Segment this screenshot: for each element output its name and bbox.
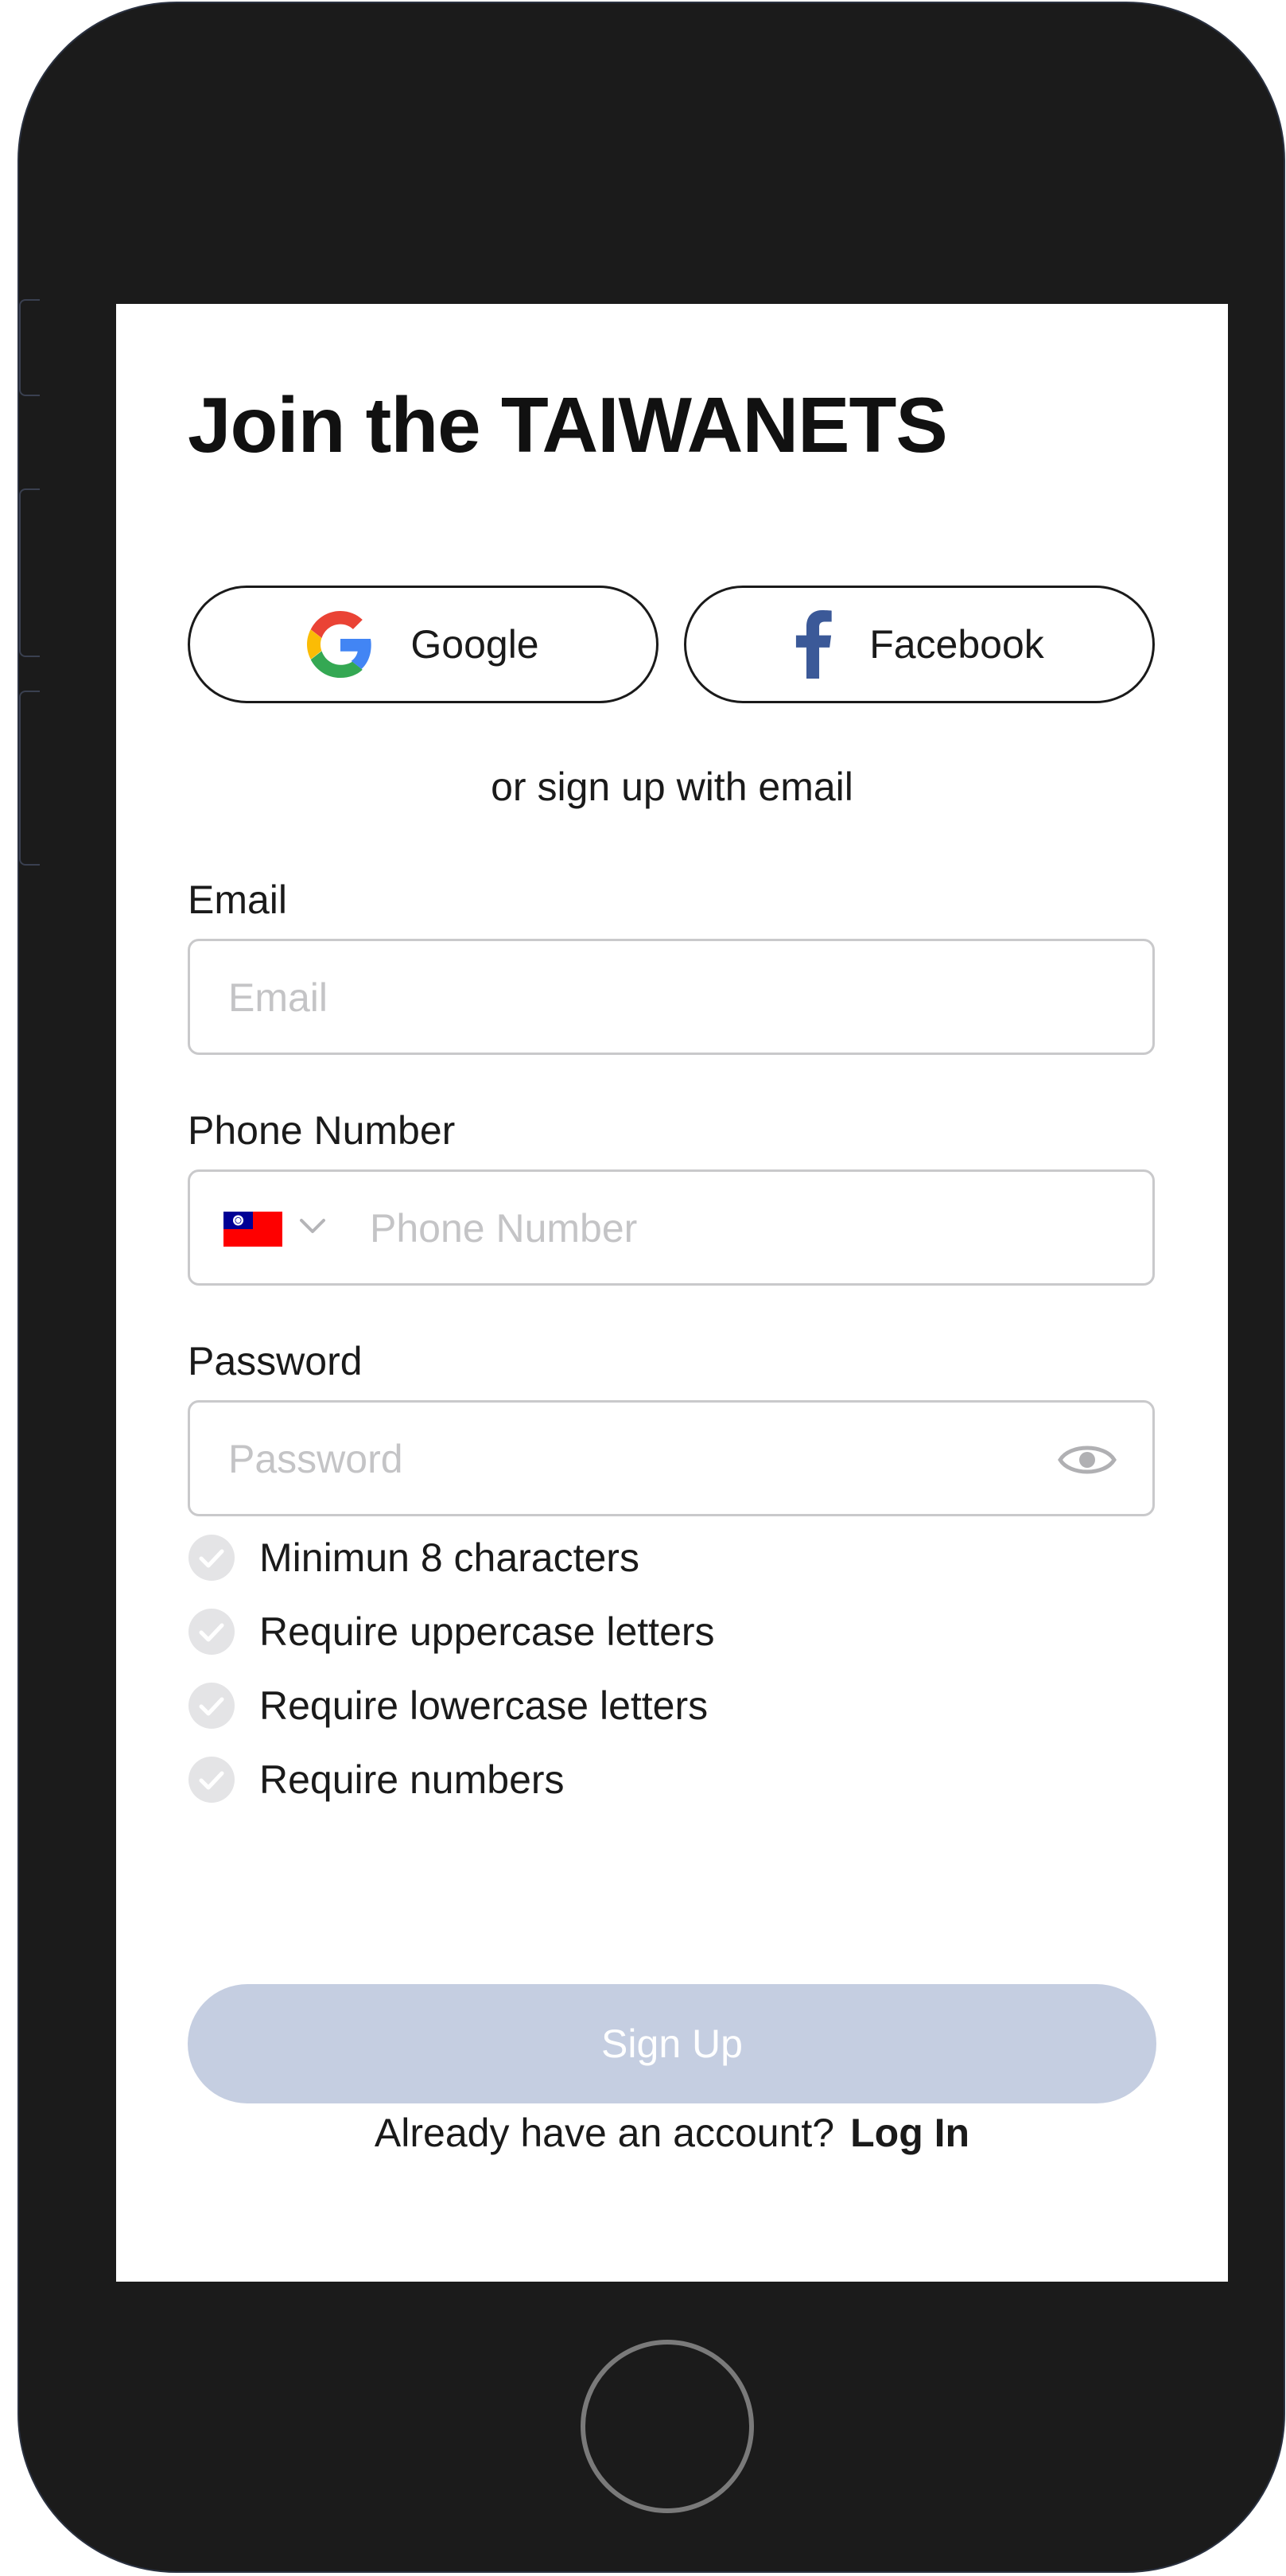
power-button: [1277, 490, 1284, 665]
check-circle-icon: [188, 1535, 235, 1581]
google-icon: [307, 611, 372, 678]
requirement-item: Require numbers: [188, 1756, 565, 1804]
password-label: Password: [188, 1339, 363, 1383]
requirement-item: Minimun 8 characters: [188, 1534, 639, 1582]
login-prompt: Already have an account? Log In: [116, 2110, 1228, 2156]
phone-field-container: [188, 1169, 1155, 1286]
log-in-link[interactable]: Log In: [850, 2111, 969, 2155]
google-button-label: Google: [410, 622, 539, 667]
phone-input[interactable]: [368, 1172, 1135, 1285]
email-input[interactable]: [227, 941, 1121, 1054]
requirement-text: Require lowercase letters: [259, 1683, 709, 1728]
password-field-container: [188, 1400, 1155, 1516]
requirement-item: Require lowercase letters: [188, 1682, 708, 1730]
show-password-eye-icon[interactable]: [1057, 1436, 1117, 1484]
volume-up-button: [19, 488, 40, 657]
email-field-container: [188, 939, 1155, 1055]
facebook-signup-button[interactable]: Facebook: [684, 586, 1155, 703]
requirement-item: Require uppercase letters: [188, 1608, 715, 1656]
requirement-text: Require uppercase letters: [259, 1609, 715, 1654]
mute-switch: [19, 299, 40, 396]
check-circle-icon: [188, 1609, 235, 1655]
password-input[interactable]: [227, 1403, 1025, 1516]
sign-up-button[interactable]: Sign Up: [188, 1984, 1156, 2103]
email-divider-text: or sign up with email: [491, 765, 853, 809]
requirement-text: Minimun 8 characters: [259, 1535, 639, 1580]
check-circle-icon: [188, 1757, 235, 1803]
home-button[interactable]: [581, 2340, 754, 2513]
login-prompt-text: Already have an account?: [374, 2111, 835, 2155]
facebook-icon: [796, 610, 832, 679]
country-chevron-down-icon[interactable]: [297, 1210, 328, 1242]
phone-label: Phone Number: [188, 1108, 456, 1153]
requirement-text: Require numbers: [259, 1757, 565, 1802]
volume-down-button: [19, 691, 40, 866]
google-signup-button[interactable]: Google: [188, 586, 659, 703]
facebook-button-label: Facebook: [869, 622, 1044, 667]
check-circle-icon: [188, 1683, 235, 1729]
page-title: Join the TAIWANETS: [188, 381, 948, 469]
taiwan-flag-icon[interactable]: [223, 1212, 282, 1247]
signup-screen: Join the TAIWANETS Google Facebook or si…: [116, 304, 1228, 2282]
phone-frame: Join the TAIWANETS Google Facebook or si…: [17, 2, 1285, 2573]
email-label: Email: [188, 877, 288, 922]
